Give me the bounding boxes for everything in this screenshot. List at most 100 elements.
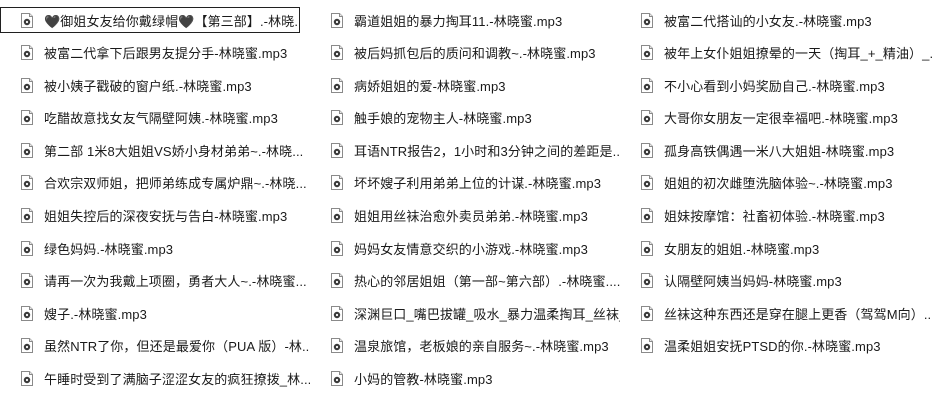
file-item[interactable]: 合欢宗双师姐，把师弟练成专属炉鼎~.-林晓...: [0, 170, 310, 196]
file-name: 认隔壁阿姨当妈妈-林晓蜜.mp3: [664, 274, 842, 290]
file-name: 女朋友的姐姐.-林晓蜜.mp3: [664, 241, 820, 257]
audio-file-icon: [641, 12, 653, 28]
file-name: 温柔姐姐安抚PTSD的你.-林晓蜜.mp3: [664, 339, 881, 355]
file-name: 霸道姐姐的暴力掏耳11.-林晓蜜.mp3: [354, 13, 563, 29]
audio-file-icon: [331, 338, 343, 354]
file-name: 姐妹按摩馆：社畜初体验.-林晓蜜.mp3: [664, 209, 885, 225]
file-item[interactable]: 女朋友的姐姐.-林晓蜜.mp3: [620, 235, 932, 261]
audio-file-icon: [641, 110, 653, 126]
audio-file-icon: [21, 77, 33, 93]
file-item[interactable]: 绿色妈妈.-林晓蜜.mp3: [0, 235, 310, 261]
audio-file-icon: [331, 305, 343, 321]
file-item[interactable]: 午睡时受到了满脑子涩涩女友的疯狂撩拨_林...: [0, 366, 310, 392]
file-name: 姐姐的初次雌堕洗脑体验~.-林晓蜜.mp3: [664, 176, 893, 192]
file-item[interactable]: 被富二代拿下后跟男友提分手-林晓蜜.mp3: [0, 40, 310, 66]
file-name: 姐姐用丝袜治愈外卖员弟弟.-林晓蜜.mp3: [354, 209, 588, 225]
file-item[interactable]: 坏坏嫂子利用弟弟上位的计谋.-林晓蜜.mp3: [310, 170, 620, 196]
file-item[interactable]: 请再一次为我戴上项圈，勇者大人~.-林晓蜜...: [0, 268, 310, 294]
file-item[interactable]: 🖤御姐女友给你戴绿帽🖤【第三部】.-林晓...: [0, 7, 300, 33]
file-name: 小妈的管教-林晓蜜.mp3: [354, 372, 493, 388]
file-item[interactable]: 被小姨子戳破的窗户纸.-林晓蜜.mp3: [0, 72, 310, 98]
audio-file-icon: [641, 338, 653, 354]
file-name: 嫂子.-林晓蜜.mp3: [44, 306, 147, 322]
audio-file-icon: [331, 175, 343, 191]
audio-file-icon: [641, 240, 653, 256]
audio-file-icon: [641, 208, 653, 224]
audio-file-icon: [21, 338, 33, 354]
audio-file-icon: [21, 12, 33, 28]
file-name: 大哥你女朋友一定很幸福吧.-林晓蜜.mp3: [664, 111, 898, 127]
audio-file-icon: [331, 208, 343, 224]
file-item[interactable]: 病娇姐姐的爱-林晓蜜.mp3: [310, 72, 620, 98]
file-name: 温泉旅馆，老板娘的亲自服务~.-林晓蜜.mp3: [354, 339, 609, 355]
file-name: 不小心看到小妈奖励自己.-林晓蜜.mp3: [664, 78, 885, 94]
file-item[interactable]: 被富二代搭讪的小女友.-林晓蜜.mp3: [620, 7, 932, 33]
file-item[interactable]: 大哥你女朋友一定很幸福吧.-林晓蜜.mp3: [620, 105, 932, 131]
file-name: 坏坏嫂子利用弟弟上位的计谋.-林晓蜜.mp3: [354, 176, 602, 192]
file-name: 吃醋故意找女友气隔壁阿姨.-林晓蜜.mp3: [44, 111, 278, 127]
file-item[interactable]: 姐姐的初次雌堕洗脑体验~.-林晓蜜.mp3: [620, 170, 932, 196]
file-name: 午睡时受到了满脑子涩涩女友的疯狂撩拨_林...: [44, 372, 310, 388]
file-name: 虽然NTR了你，但还是最爱你（PUA 版）-林...: [44, 339, 310, 355]
file-name: 被年上女仆姐姐撩晕的一天（掏耳_+_精油）_...: [664, 46, 932, 62]
file-item[interactable]: 不小心看到小妈奖励自己.-林晓蜜.mp3: [620, 72, 932, 98]
file-item[interactable]: 孤身高铁偶遇一米八大姐姐-林晓蜜.mp3: [620, 137, 932, 163]
audio-file-icon: [641, 273, 653, 289]
audio-file-icon: [331, 45, 343, 61]
audio-file-icon: [21, 208, 33, 224]
audio-file-icon: [331, 240, 343, 256]
file-item[interactable]: 温泉旅馆，老板娘的亲自服务~.-林晓蜜.mp3: [310, 333, 620, 359]
file-item[interactable]: 霸道姐姐的暴力掏耳11.-林晓蜜.mp3: [310, 7, 620, 33]
file-item[interactable]: 被年上女仆姐姐撩晕的一天（掏耳_+_精油）_...: [620, 40, 932, 66]
audio-file-icon: [641, 175, 653, 191]
file-name: 孤身高铁偶遇一米八大姐姐-林晓蜜.mp3: [664, 143, 895, 159]
file-name: 请再一次为我戴上项圈，勇者大人~.-林晓蜜...: [44, 274, 307, 290]
file-name: 丝袜这种东西还是穿在腿上更香（驾驾M向）...: [664, 306, 932, 322]
file-item[interactable]: 深渊巨口_嘴巴拔罐_吸水_暴力温柔掏耳_丝袜_...: [310, 300, 620, 326]
audio-file-icon: [331, 142, 343, 158]
file-list-view: 🖤御姐女友给你戴绿帽🖤【第三部】.-林晓... 被富二代拿下后跟男友提分手-林晓蜜…: [0, 0, 932, 410]
file-item[interactable]: 吃醋故意找女友气隔壁阿姨.-林晓蜜.mp3: [0, 105, 310, 131]
file-item[interactable]: 认隔壁阿姨当妈妈-林晓蜜.mp3: [620, 268, 932, 294]
file-item[interactable]: 姐妹按摩馆：社畜初体验.-林晓蜜.mp3: [620, 203, 932, 229]
file-item[interactable]: 虽然NTR了你，但还是最爱你（PUA 版）-林...: [0, 333, 310, 359]
audio-file-icon: [331, 12, 343, 28]
file-name: 绿色妈妈.-林晓蜜.mp3: [44, 241, 174, 257]
file-item[interactable]: 嫂子.-林晓蜜.mp3: [0, 300, 310, 326]
audio-file-icon: [331, 371, 343, 387]
audio-file-icon: [331, 77, 343, 93]
file-name: 热心的邻居姐姐（第一部~第六部）.-林晓蜜....: [354, 274, 620, 290]
file-item[interactable]: 丝袜这种东西还是穿在腿上更香（驾驾M向）...: [620, 300, 932, 326]
file-item[interactable]: 耳语NTR报告2，1小时和3分钟之间的差距是...: [310, 137, 620, 163]
file-name: 🖤御姐女友给你戴绿帽🖤【第三部】.-林晓...: [44, 13, 300, 29]
audio-file-icon: [641, 77, 653, 93]
audio-file-icon: [641, 142, 653, 158]
file-item[interactable]: 被后妈抓包后的质问和调教~.-林晓蜜.mp3: [310, 40, 620, 66]
audio-file-icon: [21, 240, 33, 256]
audio-file-icon: [21, 110, 33, 126]
file-item[interactable]: 温柔姐姐安抚PTSD的你.-林晓蜜.mp3: [620, 333, 932, 359]
file-name: 被小姨子戳破的窗户纸.-林晓蜜.mp3: [44, 78, 252, 94]
file-item[interactable]: 触手娘的宠物主人-林晓蜜.mp3: [310, 105, 620, 131]
file-name: 合欢宗双师姐，把师弟练成专属炉鼎~.-林晓...: [44, 176, 307, 192]
file-name: 深渊巨口_嘴巴拔罐_吸水_暴力温柔掏耳_丝袜_...: [354, 306, 620, 322]
audio-file-icon: [21, 142, 33, 158]
file-name: 姐姐失控后的深夜安抚与告白-林晓蜜.mp3: [44, 209, 288, 225]
audio-file-icon: [641, 305, 653, 321]
file-item[interactable]: 姐姐失控后的深夜安抚与告白-林晓蜜.mp3: [0, 203, 310, 229]
audio-file-icon: [331, 273, 343, 289]
file-item[interactable]: 姐姐用丝袜治愈外卖员弟弟.-林晓蜜.mp3: [310, 203, 620, 229]
file-item[interactable]: 热心的邻居姐姐（第一部~第六部）.-林晓蜜....: [310, 268, 620, 294]
file-name: 被后妈抓包后的质问和调教~.-林晓蜜.mp3: [354, 46, 596, 62]
audio-file-icon: [21, 305, 33, 321]
file-name: 病娇姐姐的爱-林晓蜜.mp3: [354, 78, 506, 94]
file-name: 被富二代搭讪的小女友.-林晓蜜.mp3: [664, 13, 872, 29]
audio-file-icon: [21, 371, 33, 387]
audio-file-icon: [331, 110, 343, 126]
file-name: 触手娘的宠物主人-林晓蜜.mp3: [354, 111, 532, 127]
audio-file-icon: [21, 273, 33, 289]
file-item[interactable]: 小妈的管教-林晓蜜.mp3: [310, 366, 620, 392]
file-item[interactable]: 第二部 1米8大姐姐VS娇小身材弟弟~.-林晓...: [0, 137, 310, 163]
file-item[interactable]: 妈妈女友情意交织的小游戏.-林晓蜜.mp3: [310, 235, 620, 261]
file-name: 第二部 1米8大姐姐VS娇小身材弟弟~.-林晓...: [44, 143, 304, 159]
